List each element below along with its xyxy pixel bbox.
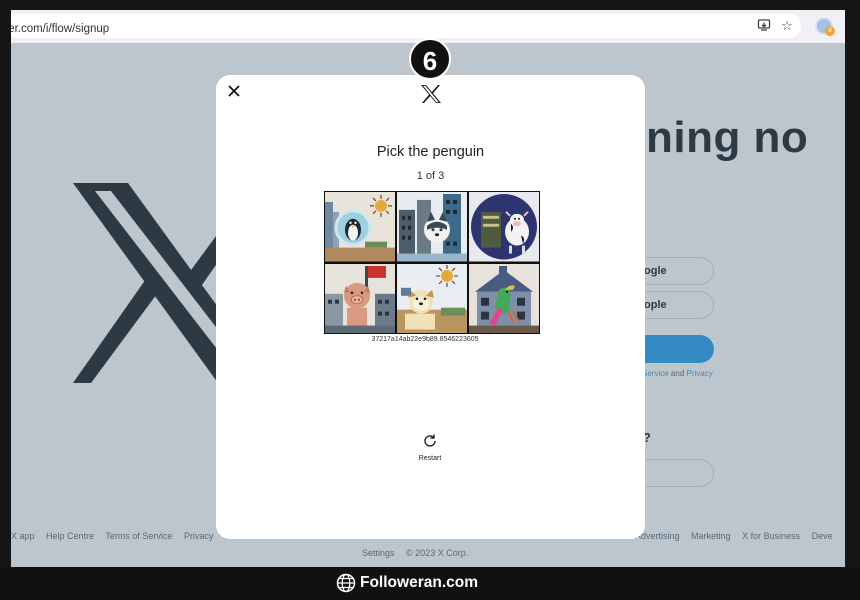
captcha-modal: Pick the penguin 1 of 3 37217a14ab22e9b8… [216, 75, 645, 539]
watermark-bar: Followeran.com [0, 567, 860, 600]
tile-husky-city[interactable] [397, 192, 467, 262]
close-icon[interactable] [227, 84, 241, 98]
tile-parrot-house[interactable] [469, 263, 539, 333]
tile-pig-flag[interactable] [325, 263, 395, 333]
watermark-text: Followeran.com [360, 574, 478, 591]
url-text: ter.com/i/flow/signup [11, 23, 110, 35]
restart-button[interactable]: Restart [412, 433, 448, 462]
captcha-counter: 1 of 3 [416, 170, 445, 182]
tile-dog-sun[interactable] [397, 263, 467, 333]
captcha-title: Pick the penguin [376, 144, 485, 160]
tile-cow-planet[interactable] [469, 192, 539, 262]
extension-badge: 8 [825, 26, 835, 36]
menu-icon[interactable]: ⋮ [840, 19, 845, 33]
extension-icon[interactable]: 8 [815, 17, 835, 36]
tile-penguin[interactable] [325, 192, 395, 262]
step-badge: 6 [409, 38, 451, 80]
captcha-session-id: 37217a14ab22e9b89.8546223605 [371, 336, 479, 343]
address-bar[interactable]: ter.com/i/flow/signup [11, 14, 801, 38]
globe-icon [336, 573, 356, 593]
restart-icon [424, 434, 436, 447]
install-icon[interactable] [756, 18, 772, 34]
restart-label: Restart [418, 455, 442, 462]
star-icon[interactable]: ☆ [779, 18, 795, 34]
x-logo-icon [421, 85, 441, 103]
captcha-grid [324, 191, 540, 334]
